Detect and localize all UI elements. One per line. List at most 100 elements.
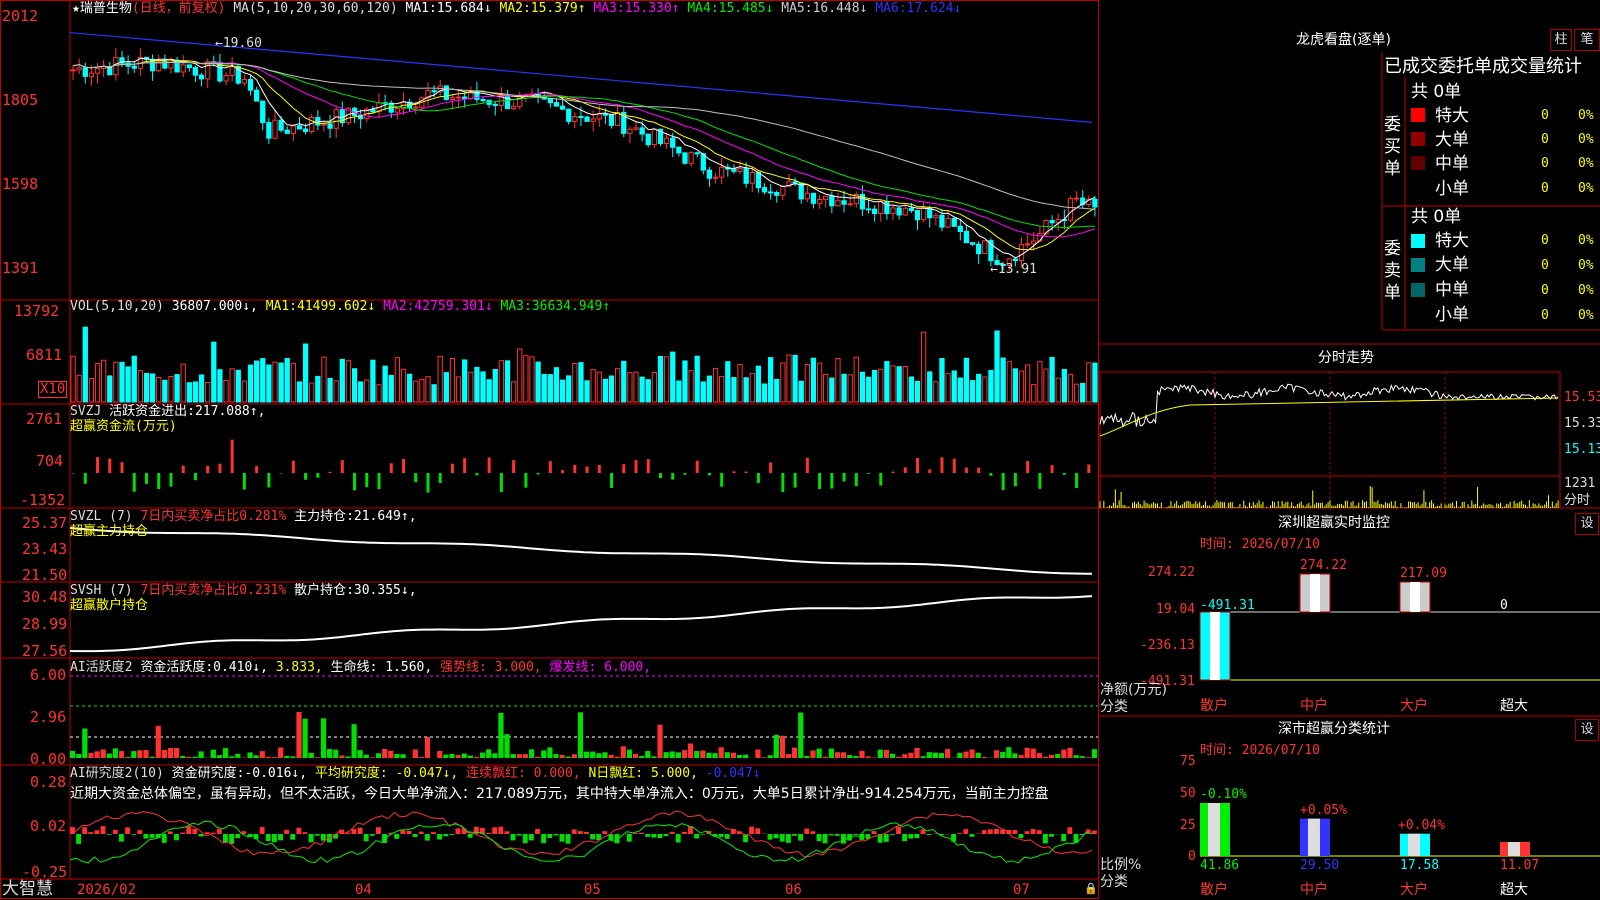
research-bar [204,832,210,834]
research-bar [957,833,963,834]
volume-bar [700,381,706,403]
activity-bar [382,748,388,758]
activity-bar [143,750,149,758]
volume-bar [486,379,492,403]
ai-burst: 爆发线: 6.000, [549,660,652,675]
volume-bar [284,357,290,403]
volume-bar [235,369,241,403]
ma3-value: 15.330↑ [624,1,680,16]
sz-class-axis: 75 [1180,754,1196,769]
volume-bar [976,373,982,403]
activity-bar [694,751,700,758]
lock-icon[interactable]: 🔒 [1084,881,1098,897]
candle-body [1024,243,1031,246]
sell-row-label: 大单 [1435,255,1469,275]
svzj-bar [1062,473,1066,475]
svzj-bar [1050,465,1054,473]
svzj-bar [499,473,503,493]
svzj-bar [977,467,981,473]
volume-bar [969,380,976,403]
activity-bar [70,750,76,758]
sz-realtime-settings-button[interactable]: 设 [1575,513,1599,535]
volume-bar [88,378,95,403]
sz-realtime-cat: 超大 [1500,698,1528,714]
sell-row-label: 特大 [1435,231,1469,251]
volume-bar [872,369,878,403]
candle-body [608,113,615,126]
sell-m-swatch [1411,283,1425,297]
candle-body [749,171,755,184]
candle-body [553,102,560,107]
sz-class-bar-highlight [1408,833,1420,856]
volume-bar [253,360,260,403]
sell-xl-swatch [1411,234,1425,248]
activity-bar [222,748,229,758]
research-bar [449,834,455,835]
sz-class-settings-button[interactable]: 设 [1575,719,1599,741]
ma3-name: MA3: [593,1,625,16]
svzj-bar [867,473,871,474]
activity-bar [596,753,602,758]
svzj-bar [915,457,919,473]
activity-bar [82,728,88,758]
candle-body [890,207,896,215]
x-axis-label: 07 [1013,882,1030,898]
candle-body [302,128,309,132]
candle-body [510,105,517,110]
chart-canvas[interactable] [0,0,1600,900]
tick-view-button[interactable]: 笔 [1574,29,1600,51]
activity-bar [535,756,541,758]
sz-class-value: 29.50 [1300,858,1340,873]
svzj-bar [842,473,846,482]
candle-body [670,137,676,148]
svzl-value: 21.649↑, [353,509,417,524]
research-bar [180,832,186,834]
svzj-bar [426,473,430,493]
research-bar [443,834,449,837]
research-bar [222,834,228,843]
activity-bar [369,757,376,758]
candle-body [902,207,908,216]
sz-class-unit: 比例% [1100,857,1142,873]
activity-bar [504,734,510,758]
research-bar [216,828,222,834]
candle-body [290,125,296,134]
volume-bar [712,367,719,403]
volume-bar [1055,377,1061,403]
volume-bar [731,377,737,403]
svzj-bar [548,461,552,473]
activity-bar [125,757,131,758]
svzj-bar [267,473,271,488]
volume-bar [639,376,645,403]
candle-body [578,116,584,119]
volume-bar [198,374,205,403]
activity-bar [192,756,198,758]
bar-view-button[interactable]: 柱 [1550,29,1572,51]
volume-bar [125,366,131,403]
activity-bar [553,754,559,758]
stock-name[interactable]: 瑞普生物 [80,1,132,16]
research-bar [816,834,822,842]
activity-bar [920,756,926,758]
research-bar [118,834,124,842]
intraday-title[interactable]: 分时走势 [1318,350,1374,366]
sell-row-count: 0 [1541,283,1549,298]
candle-body [1092,198,1098,208]
volume-bar [535,361,541,403]
sz-realtime-time: 时间: 2026/07/10 [1200,537,1320,552]
ma6-value: 17.624↓ [906,1,962,16]
activity-bar [945,749,951,758]
volume-bar [431,384,437,403]
activity-bar [993,750,1000,758]
volume-bar [296,381,303,403]
period-mode[interactable]: (日线，前复权) [132,1,226,16]
research-bar [602,831,608,834]
vol-unit-label[interactable]: X10 [38,381,68,398]
app-logo[interactable]: 大智慧 [2,879,53,899]
activity-bar [853,756,859,758]
research-bar [167,831,173,834]
candle-body [131,65,137,69]
svzj-bar [450,463,454,473]
candle-body [804,192,810,200]
volume-bar [657,355,664,403]
